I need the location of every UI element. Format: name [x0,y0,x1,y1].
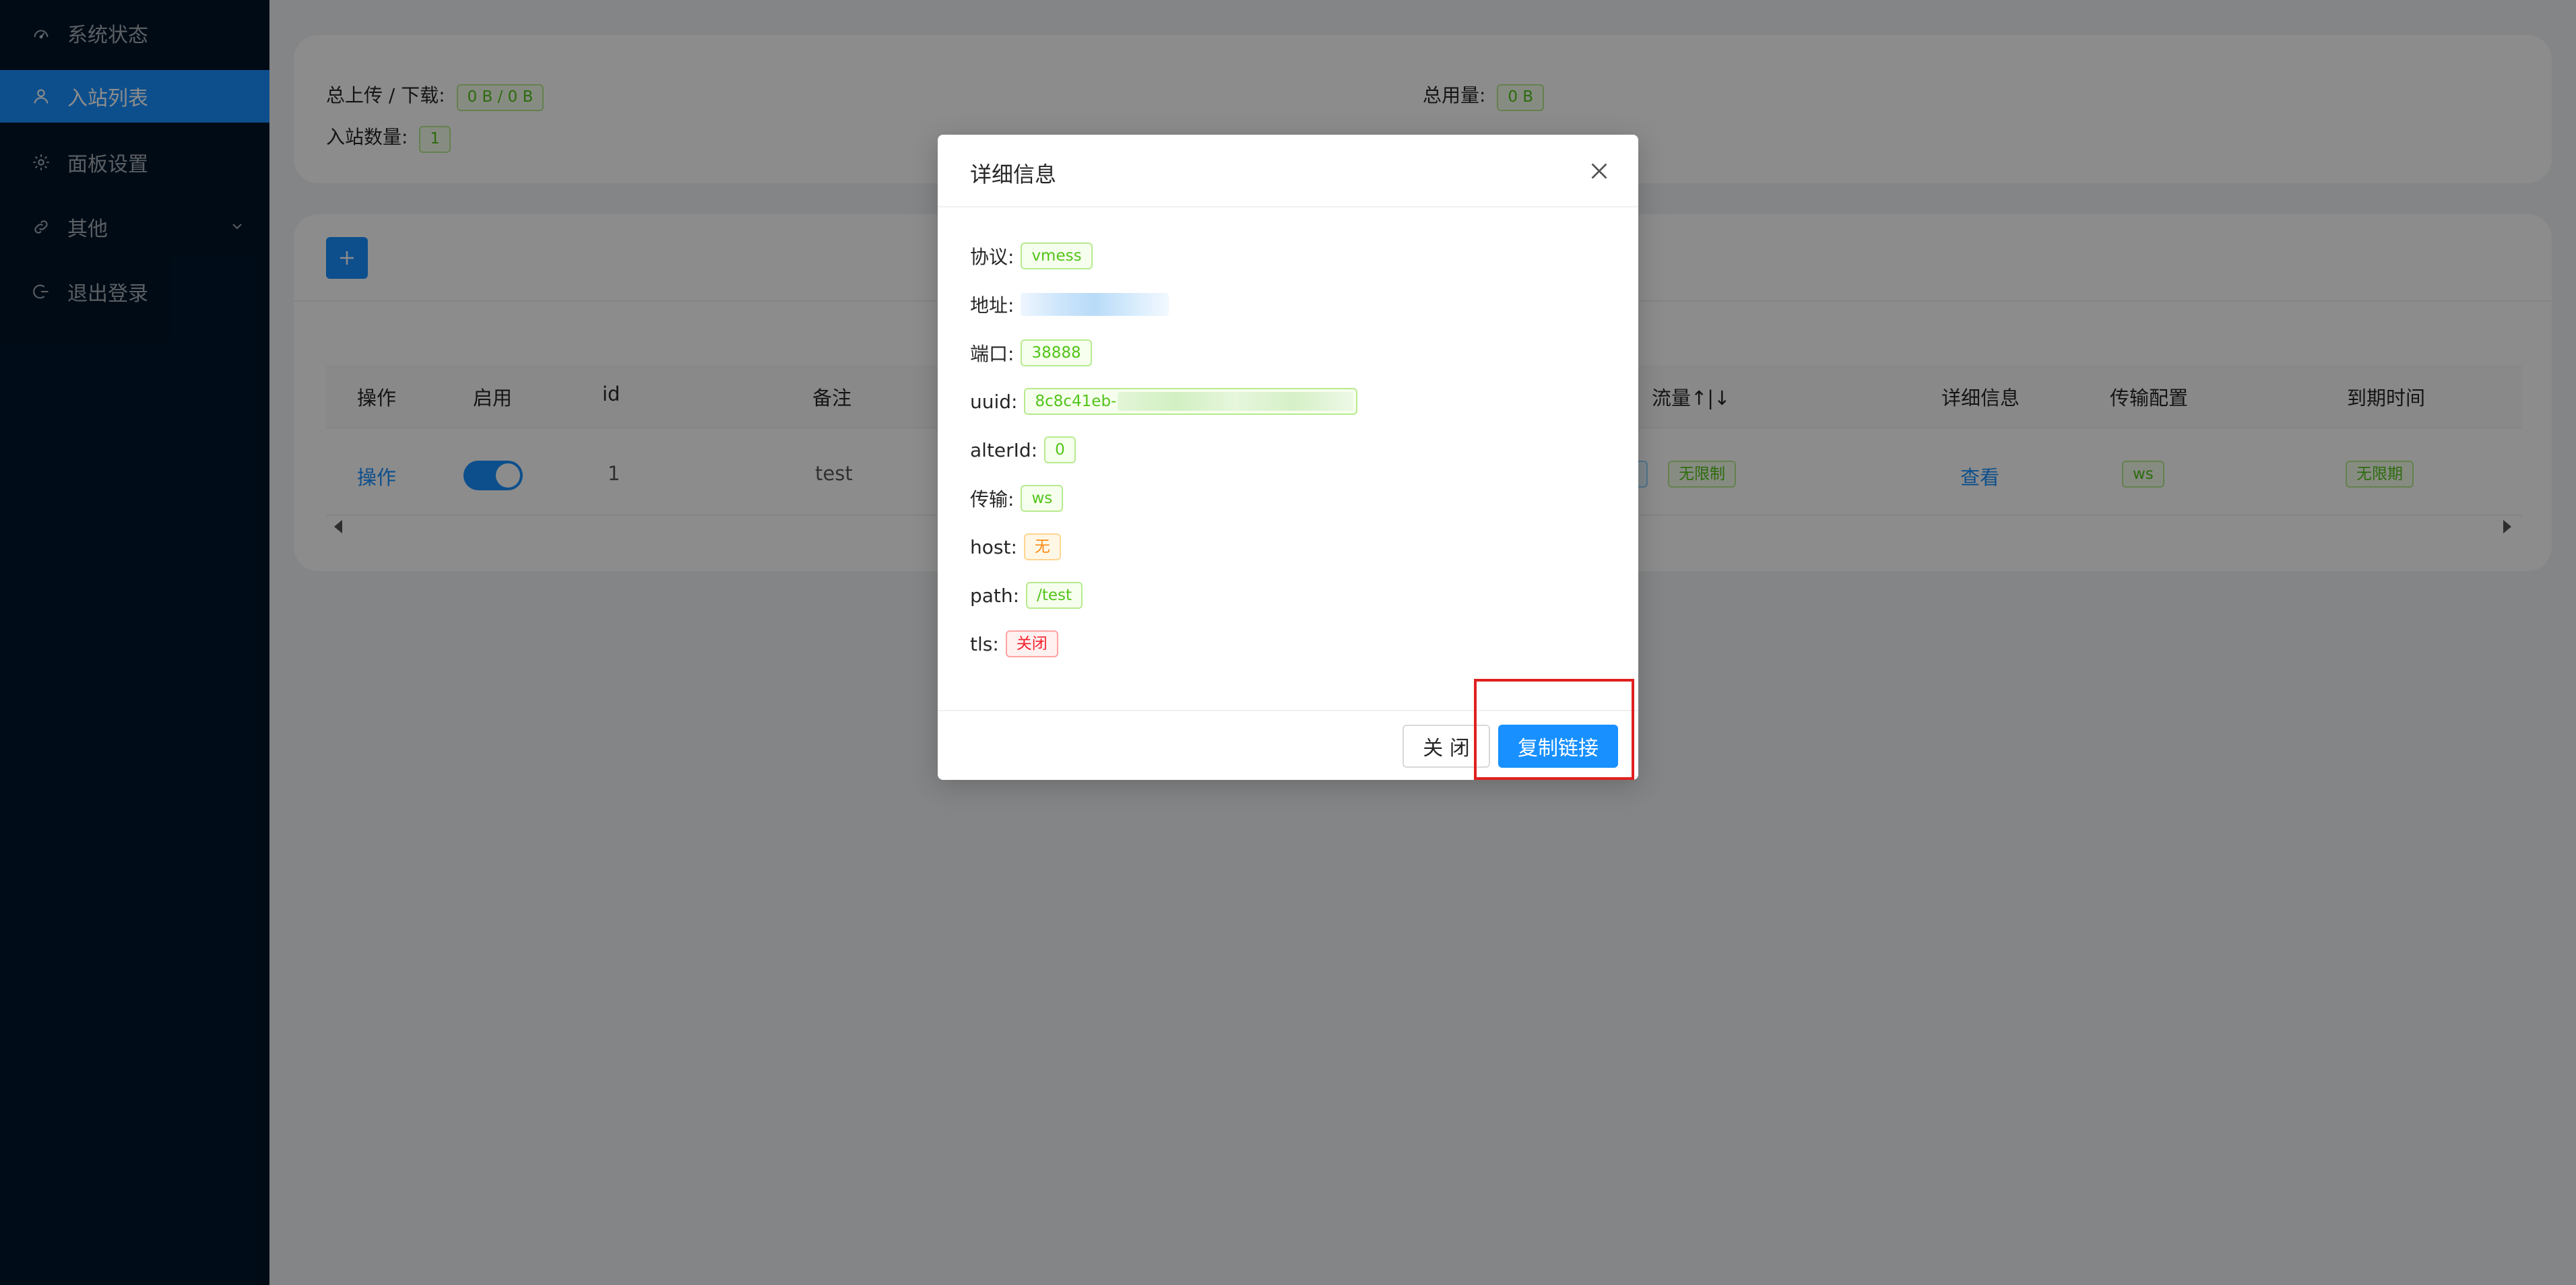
modal-title: 详细信息 [970,162,1057,187]
uuid-tag: 8c8c41eb- [1024,388,1358,415]
host-tag: 无 [1023,533,1061,560]
port-tag: 38888 [1021,339,1092,366]
alterid-row: alterId: 0 [970,434,1076,466]
uuid-redacted [1118,392,1354,411]
protocol-row: 协议: vmess [970,240,1093,272]
network-row: 传输: ws [970,482,1064,515]
highlight-box [1474,679,1634,780]
uuid-row: uuid: 8c8c41eb- [970,385,1358,418]
network-tag: ws [1021,485,1064,512]
protocol-tag: vmess [1021,242,1093,269]
modal-header: 详细信息 [938,135,1638,207]
port-row: 端口: 38888 [970,337,1092,369]
address-row: 地址: [970,288,1169,321]
path-row: path: /test [970,579,1083,612]
close-icon[interactable] [1587,159,1611,183]
tls-row: tls: 关闭 [970,628,1058,660]
host-row: host: 无 [970,531,1061,563]
path-tag: /test [1026,582,1083,609]
alterid-tag: 0 [1044,436,1076,463]
address-redacted [1021,293,1169,316]
tls-tag: 关闭 [1005,630,1058,657]
